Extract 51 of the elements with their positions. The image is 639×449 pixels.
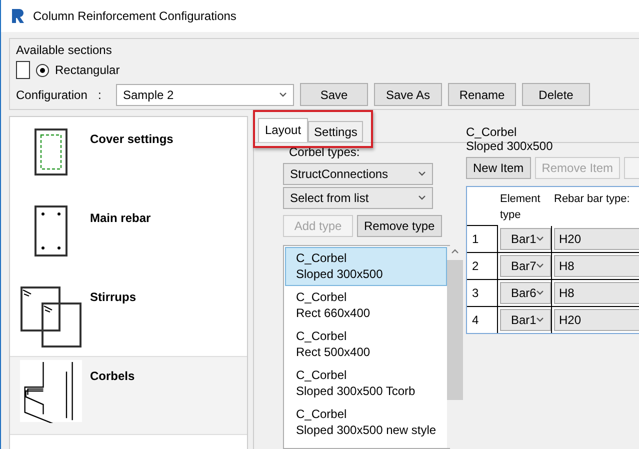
corbel-icon [20, 359, 82, 423]
configuration-dropdown[interactable]: Sample 2 [116, 84, 294, 106]
stirrups-icon [20, 286, 82, 348]
element-dropdown[interactable]: Bar6 [500, 282, 552, 304]
item-button[interactable]: New Item [466, 157, 531, 179]
caret-icon [536, 317, 544, 323]
radio-label: Rectangular [55, 63, 120, 77]
list-item[interactable]: C_Corbel Sloped 300x500 [285, 247, 448, 286]
field-label: Corbel types: [288, 145, 361, 161]
list-item[interactable]: C_Corbel Sloped 300x500 new style [285, 403, 448, 442]
element-dropdown[interactable]: Bar7 [500, 255, 552, 277]
section-heading: Available sections [16, 43, 113, 57]
caret-icon [536, 290, 544, 296]
tab[interactable]: Layout [258, 118, 308, 142]
bar-type-dropdown[interactable]: H8 [554, 282, 639, 304]
tab[interactable]: Settings [308, 121, 364, 142]
list-item[interactable]: C_Corbel Rect 500x400 [285, 325, 448, 364]
section-rebar-icon [34, 205, 68, 257]
toolbar-button[interactable]: Save [300, 83, 368, 106]
rectangle-icon [16, 61, 30, 79]
list-item[interactable]: C_Corbel Sloped 300x500 Tcorb [285, 364, 448, 403]
filter-dropdown[interactable]: Select from list [283, 187, 433, 209]
row-number: 4 [467, 307, 498, 333]
caret-icon [279, 92, 287, 98]
sidebar-item[interactable]: Corbels [10, 356, 247, 435]
caret-icon [536, 236, 544, 242]
bar-type-dropdown[interactable]: H8 [554, 255, 639, 277]
item-name: C_Corbel [466, 125, 518, 139]
toolbar-button[interactable]: Rename [448, 83, 516, 106]
bar-type-dropdown[interactable]: H20 [554, 309, 639, 331]
element-dropdown[interactable]: Bar1 [500, 309, 552, 331]
window-title: Column Reinforcement Configurations [33, 9, 236, 23]
separator-text: : [98, 88, 102, 102]
row-number: 1 [467, 226, 498, 252]
row-number: 2 [467, 253, 498, 279]
list-item[interactable]: C_Corbel Rect 660x400 [285, 286, 448, 325]
app-logo-icon [11, 8, 25, 24]
item-type: Sloped 300x500 [466, 139, 554, 153]
section-cover-icon [34, 128, 68, 176]
toolbar-button[interactable]: Delete [522, 83, 590, 106]
row-number: 3 [467, 280, 498, 306]
caret-icon [418, 171, 426, 177]
source-dropdown[interactable]: StructConnections [283, 163, 433, 185]
element-dropdown[interactable]: Bar1 [500, 228, 552, 250]
caret-icon [418, 195, 426, 201]
toolbar-button[interactable]: Save As [374, 83, 442, 106]
field-label: Configuration [16, 88, 88, 102]
bar-type-dropdown[interactable]: H20 [554, 228, 639, 250]
radio-button[interactable] [36, 64, 49, 76]
type-button[interactable]: Remove type [357, 215, 442, 237]
caret-icon [536, 263, 544, 269]
